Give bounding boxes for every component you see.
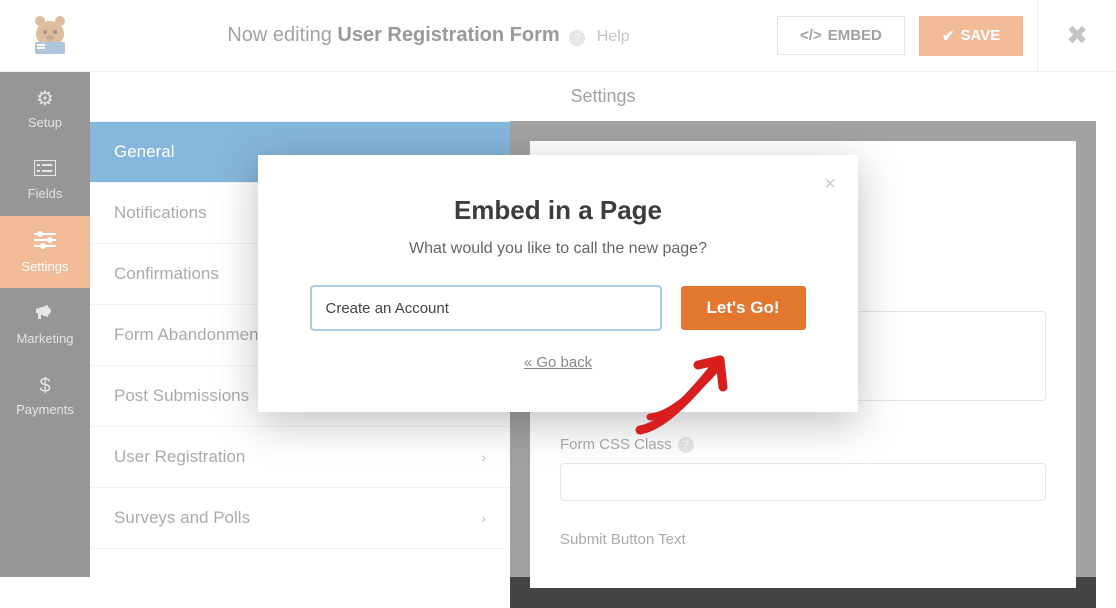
lets-go-button[interactable]: Let's Go! xyxy=(681,286,806,330)
nav-item-user-registration[interactable]: User Registration› xyxy=(90,427,510,488)
dollar-icon: $ xyxy=(39,375,50,398)
sidebar-item-payments[interactable]: $ Payments xyxy=(0,360,90,432)
form-css-class-input[interactable] xyxy=(560,463,1046,501)
gear-icon: ⚙ xyxy=(36,86,54,111)
top-bar: Now editing User Registration Form ? Hel… xyxy=(0,0,1116,72)
sidebar-item-setup[interactable]: ⚙ Setup xyxy=(0,72,90,144)
modal-close-icon[interactable]: × xyxy=(824,173,836,196)
save-button[interactable]: ✔ SAVE xyxy=(919,16,1023,56)
help-icon[interactable]: ? xyxy=(569,30,585,46)
page-name-input[interactable] xyxy=(311,286,661,330)
check-icon: ✔ xyxy=(942,27,955,45)
sliders-icon xyxy=(34,231,56,255)
sidebar-item-marketing[interactable]: Marketing xyxy=(0,288,90,360)
go-back-link[interactable]: « Go back xyxy=(524,354,592,371)
modal-title: Embed in a Page xyxy=(298,195,818,226)
list-icon xyxy=(34,159,56,182)
embed-modal: × Embed in a Page What would you like to… xyxy=(258,155,858,412)
embed-button[interactable]: </> EMBED xyxy=(777,16,905,55)
sidebar-item-settings[interactable]: Settings xyxy=(0,216,90,288)
sidebar-label: Payments xyxy=(16,402,74,417)
save-label: SAVE xyxy=(960,27,1000,44)
form-css-class-label: Form CSS Class? xyxy=(560,436,1046,453)
help-icon[interactable]: ? xyxy=(678,437,694,453)
embed-label: EMBED xyxy=(828,27,882,44)
sidebar-label: Settings xyxy=(22,259,69,274)
sidebar-item-fields[interactable]: Fields xyxy=(0,144,90,216)
sidebar-label: Setup xyxy=(28,115,62,130)
editing-title: Now editing User Registration Form ? Hel… xyxy=(80,24,777,47)
nav-item-surveys-polls[interactable]: Surveys and Polls› xyxy=(90,488,510,549)
sidebar-label: Marketing xyxy=(16,331,73,346)
logo xyxy=(20,11,80,61)
left-sidebar: ⚙ Setup Fields Settings Marketing $ Paym… xyxy=(0,72,90,577)
submit-button-text-label: Submit Button Text xyxy=(560,531,1046,548)
modal-subtitle: What would you like to call the new page… xyxy=(298,240,818,258)
settings-header: Settings xyxy=(90,72,1116,121)
close-icon[interactable]: ✖ xyxy=(1058,20,1096,51)
topbar-actions: </> EMBED ✔ SAVE ✖ xyxy=(777,0,1096,72)
chevron-right-icon: › xyxy=(481,449,486,465)
editing-form-name: User Registration Form xyxy=(337,24,559,46)
code-icon: </> xyxy=(800,27,822,44)
sidebar-label: Fields xyxy=(28,186,63,201)
editing-prefix: Now editing xyxy=(227,24,337,46)
chevron-right-icon: › xyxy=(481,510,486,526)
separator xyxy=(1037,0,1038,72)
help-link[interactable]: Help xyxy=(597,28,630,45)
bullhorn-icon xyxy=(34,303,56,327)
